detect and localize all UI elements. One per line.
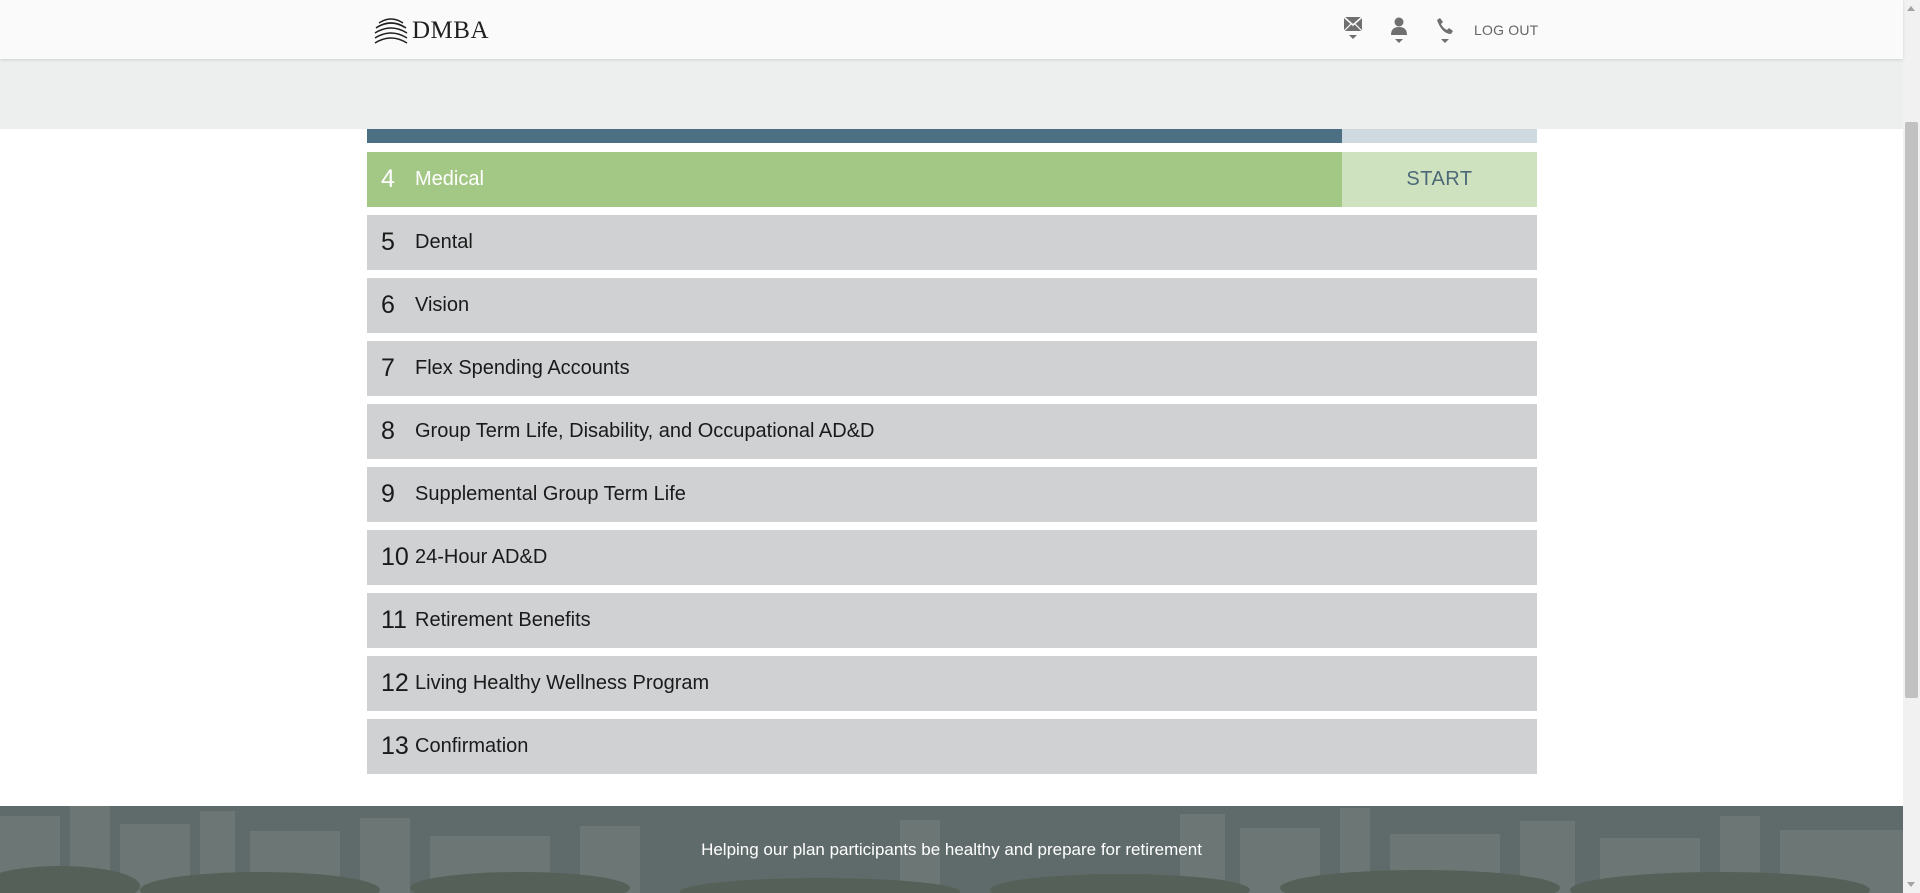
header-icon-group [1330, 17, 1468, 49]
logo-mark-icon [374, 18, 408, 44]
step-label: Flex Spending Accounts [415, 357, 630, 379]
step-medical[interactable]: 4 Medical START [367, 152, 1537, 207]
step-label: Medical [415, 168, 484, 190]
step-label: Retirement Benefits [415, 609, 591, 631]
top-header: DMBA LOG OUT [0, 0, 1903, 59]
step-number: 7 [381, 354, 395, 382]
user-icon [1391, 17, 1407, 35]
step-number: 10 [381, 543, 409, 571]
scroll-down-arrow-icon[interactable] [1907, 882, 1915, 887]
sub-header-bar [0, 59, 1903, 129]
dmba-logo[interactable]: DMBA [373, 16, 489, 46]
footer-tagline: Helping our plan participants be healthy… [701, 840, 1202, 859]
step-number: 6 [381, 291, 395, 319]
progress-bar-fill [367, 129, 1342, 143]
step-confirmation[interactable]: 13 Confirmation [367, 719, 1537, 774]
chevron-down-icon [1349, 35, 1357, 39]
step-vision[interactable]: 6 Vision [367, 278, 1537, 333]
step-living-healthy-wellness[interactable]: 12 Living Healthy Wellness Program [367, 656, 1537, 711]
step-label: Group Term Life, Disability, and Occupat… [415, 420, 875, 442]
footer-banner: Helping our plan participants be healthy… [0, 806, 1903, 893]
progress-bar [367, 129, 1537, 143]
step-number: 13 [381, 732, 409, 760]
step-label: 24-Hour AD&D [415, 546, 548, 568]
mail-menu-button[interactable] [1330, 17, 1376, 49]
step-number: 11 [381, 606, 407, 634]
scrollbar-thumb[interactable] [1905, 122, 1918, 698]
step-number: 4 [381, 165, 395, 193]
step-24-hour-add[interactable]: 10 24-Hour AD&D [367, 530, 1537, 585]
step-label: Confirmation [415, 735, 529, 757]
step-number: 5 [381, 228, 395, 256]
step-number: 9 [381, 480, 395, 508]
step-label: Dental [415, 231, 473, 253]
enrollment-steps: 4 Medical START 5 Dental 6 Vision 7 Flex… [367, 152, 1537, 782]
step-group-term-life[interactable]: 8 Group Term Life, Disability, and Occup… [367, 404, 1537, 459]
step-number: 8 [381, 417, 395, 445]
step-label: Supplemental Group Term Life [415, 483, 686, 505]
phone-menu-button[interactable] [1422, 17, 1468, 49]
chevron-down-icon [1395, 39, 1403, 43]
step-supplemental-group-term-life[interactable]: 9 Supplemental Group Term Life [367, 467, 1537, 522]
logout-link[interactable]: LOG OUT [1474, 22, 1538, 38]
phone-icon [1437, 18, 1453, 34]
step-flex-spending-accounts[interactable]: 7 Flex Spending Accounts [367, 341, 1537, 396]
step-label: Vision [415, 294, 470, 316]
mail-icon [1344, 17, 1362, 31]
chevron-down-icon [1441, 39, 1449, 43]
user-menu-button[interactable] [1376, 17, 1422, 49]
scroll-up-arrow-icon[interactable] [1907, 6, 1915, 11]
page-scrollbar[interactable] [1903, 0, 1920, 893]
step-dental[interactable]: 5 Dental [367, 215, 1537, 270]
step-number: 12 [381, 669, 409, 697]
step-retirement-benefits[interactable]: 11 Retirement Benefits [367, 593, 1537, 648]
logo-text: DMBA [412, 17, 490, 44]
start-button[interactable]: START [1342, 152, 1537, 207]
step-label: Living Healthy Wellness Program [415, 672, 710, 694]
